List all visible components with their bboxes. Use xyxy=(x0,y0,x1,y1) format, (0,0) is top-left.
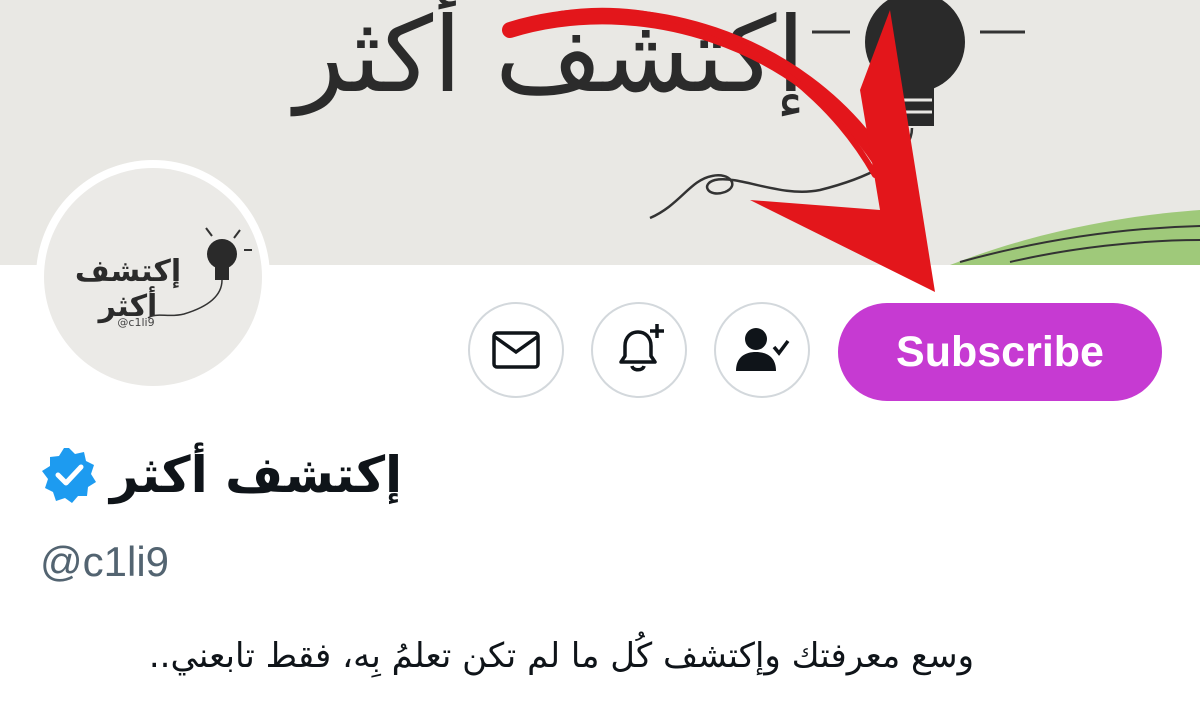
avatar-handle: @c1li9 xyxy=(117,316,155,329)
notifications-button[interactable] xyxy=(591,302,687,398)
message-button[interactable] xyxy=(468,302,564,398)
lightbulb-icon xyxy=(147,227,252,319)
person-check-icon xyxy=(736,328,790,371)
avatar-image: إكتشف أكثر @c1li9 xyxy=(44,168,262,386)
envelope-icon xyxy=(492,331,540,369)
avatar[interactable]: إكتشف أكثر @c1li9 xyxy=(36,160,270,394)
subscribe-button[interactable]: Subscribe xyxy=(838,303,1162,401)
display-name: إكتشف أكثر xyxy=(110,446,403,504)
following-button[interactable] xyxy=(714,302,810,398)
banner-title: إكتشف أكثر xyxy=(294,0,806,116)
profile-bio: وسع معرفتك وإكتشف كُل ما لم تكن تعلمُ بِ… xyxy=(148,636,974,676)
profile-handle: @c1li9 xyxy=(40,538,170,585)
verified-badge-icon[interactable] xyxy=(40,446,98,504)
bell-plus-icon xyxy=(619,324,664,372)
name-row: إكتشف أكثر xyxy=(40,440,402,510)
